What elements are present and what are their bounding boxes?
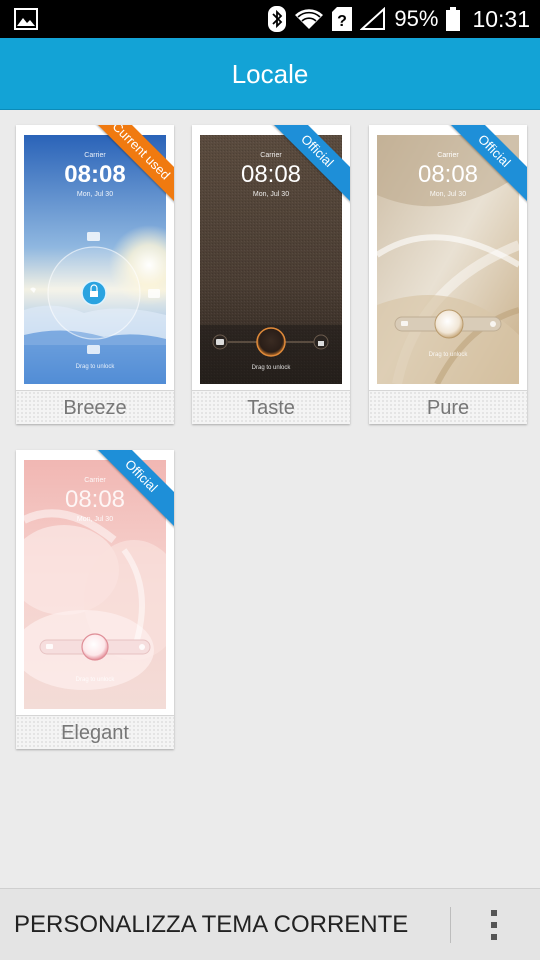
- signal-icon: [360, 7, 386, 30]
- lockscreen-hint: Drag to unlock: [75, 677, 115, 683]
- status-bar: ? 95% 10:31: [0, 0, 540, 38]
- theme-name-breeze: Breeze: [16, 390, 174, 424]
- bluetooth-icon: [268, 6, 287, 32]
- gallery-icon: [14, 8, 38, 30]
- overflow-menu-icon[interactable]: [474, 903, 514, 947]
- theme-card-taste[interactable]: Carrier 08:08 Mon, Jul 30 Drag to unlock…: [192, 125, 350, 424]
- theme-name-taste: Taste: [192, 390, 350, 424]
- theme-name-elegant: Elegant: [16, 715, 174, 749]
- sim-unknown-icon: ?: [332, 7, 353, 31]
- divider: [450, 907, 451, 943]
- lockscreen-hint: Drag to unlock: [251, 365, 291, 371]
- battery-icon: [446, 7, 461, 31]
- lockscreen-hint: Drag to unlock: [75, 364, 115, 370]
- svg-text:?: ?: [338, 13, 348, 30]
- page-title: Locale: [231, 59, 309, 89]
- battery-percent: 95%: [394, 6, 439, 31]
- bottom-action-bar: PERSONALIZZA TEMA CORRENTE: [0, 888, 540, 960]
- app-bar: Locale: [0, 38, 540, 110]
- customize-theme-button[interactable]: PERSONALIZZA TEMA CORRENTE: [14, 889, 408, 960]
- wifi-icon: [295, 9, 324, 30]
- clock: 10:31: [472, 5, 530, 32]
- theme-card-elegant[interactable]: Carrier 08:08 Mon, Jul 30 Drag to unlock…: [16, 450, 174, 749]
- theme-card-pure[interactable]: Carrier 08:08 Mon, Jul 30 Drag to unlock…: [369, 125, 527, 424]
- lockscreen-date: Mon, Jul 30: [252, 191, 290, 198]
- lockscreen-date: Mon, Jul 30: [429, 191, 467, 198]
- theme-name-pure: Pure: [369, 390, 527, 424]
- lockscreen-date: Mon, Jul 30: [76, 516, 114, 523]
- lockscreen-hint: Drag to unlock: [428, 352, 468, 358]
- theme-card-breeze[interactable]: Carrier 08:08 Mon, Jul 30 Drag to unlock…: [16, 125, 174, 424]
- lockscreen-date: Mon, Jul 30: [76, 191, 114, 198]
